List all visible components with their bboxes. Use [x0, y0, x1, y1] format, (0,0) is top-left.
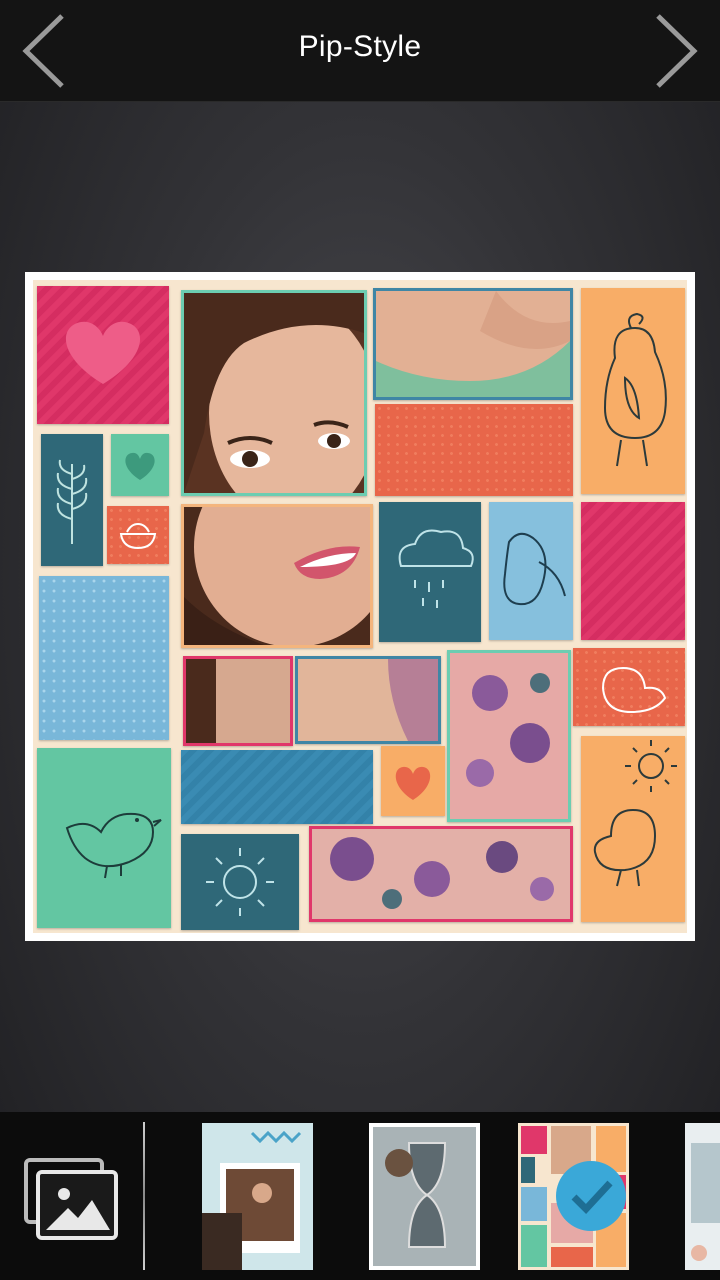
- bird-tile: [37, 748, 171, 928]
- leaf-icon: [56, 459, 88, 544]
- page-title: Pip-Style: [298, 30, 422, 63]
- photo-cell-neck[interactable]: [183, 656, 293, 746]
- arm-image: [376, 291, 570, 397]
- collage-canvas[interactable]: [25, 272, 695, 941]
- bowl-tile: [107, 506, 169, 564]
- gallery-icon: [24, 1158, 118, 1240]
- partial-thumb-image: [685, 1123, 720, 1270]
- bird-tile-blue: [489, 502, 573, 640]
- bird-tile-tall: [581, 288, 685, 494]
- dotted-tile: [39, 576, 169, 740]
- heart-tile: [37, 286, 169, 424]
- heart-icon: [125, 452, 155, 480]
- dress-image: [450, 653, 568, 819]
- photo-cell-dress[interactable]: [447, 650, 571, 822]
- small-heart-tile: [111, 434, 169, 496]
- neck-image: [186, 659, 290, 743]
- bar-divider: [143, 1122, 145, 1270]
- photo-cell-smile[interactable]: [181, 504, 373, 648]
- bird-icon: [603, 312, 667, 467]
- photo-cell-floral[interactable]: [309, 826, 573, 922]
- shoulder-image: [298, 659, 438, 741]
- heart-icon: [65, 321, 141, 384]
- cloud-icon: [398, 529, 474, 608]
- sun-tile: [181, 834, 299, 930]
- blue-stripe-tile: [181, 750, 373, 824]
- hourglass-thumb-image: [369, 1123, 480, 1270]
- portrait-image: [184, 293, 364, 493]
- pink-stripe-tile: [581, 502, 685, 640]
- chevron-right-icon: [656, 14, 698, 88]
- cloud-tile: [379, 502, 481, 642]
- collage-board: [33, 280, 687, 933]
- bowl-icon: [119, 522, 157, 550]
- bird-icon: [65, 812, 162, 879]
- heart-icon: [395, 766, 431, 800]
- bird-icon: [503, 532, 566, 606]
- template-thumb-partial[interactable]: [685, 1123, 720, 1270]
- template-bar: [0, 1112, 720, 1280]
- photo-cell-face-top[interactable]: [181, 290, 367, 496]
- bunting-thumb-image: [202, 1123, 313, 1270]
- leaf-tile: [41, 434, 103, 566]
- sun-bird-icon: [593, 740, 677, 887]
- selected-check: [556, 1161, 626, 1231]
- template-thumb-patchwork[interactable]: [518, 1123, 629, 1270]
- sun-bird-tile: [581, 736, 685, 922]
- gallery-button[interactable]: [20, 1154, 120, 1249]
- orange-dots-tile: [375, 404, 573, 496]
- bird-icon: [601, 666, 667, 714]
- template-thumb-bunting[interactable]: [202, 1123, 313, 1270]
- next-button[interactable]: [644, 12, 704, 90]
- sun-icon: [206, 848, 274, 916]
- floral-image: [312, 829, 570, 919]
- template-thumb-hourglass[interactable]: [369, 1123, 480, 1270]
- check-icon: [571, 1180, 613, 1215]
- photo-cell-shoulder[interactable]: [295, 656, 441, 744]
- smile-image: [184, 507, 370, 645]
- small-heart-peach-tile: [381, 746, 445, 816]
- bird-tile-orange: [573, 648, 685, 726]
- top-bar: Pip-Style: [0, 0, 720, 102]
- photo-cell-arm[interactable]: [373, 288, 573, 400]
